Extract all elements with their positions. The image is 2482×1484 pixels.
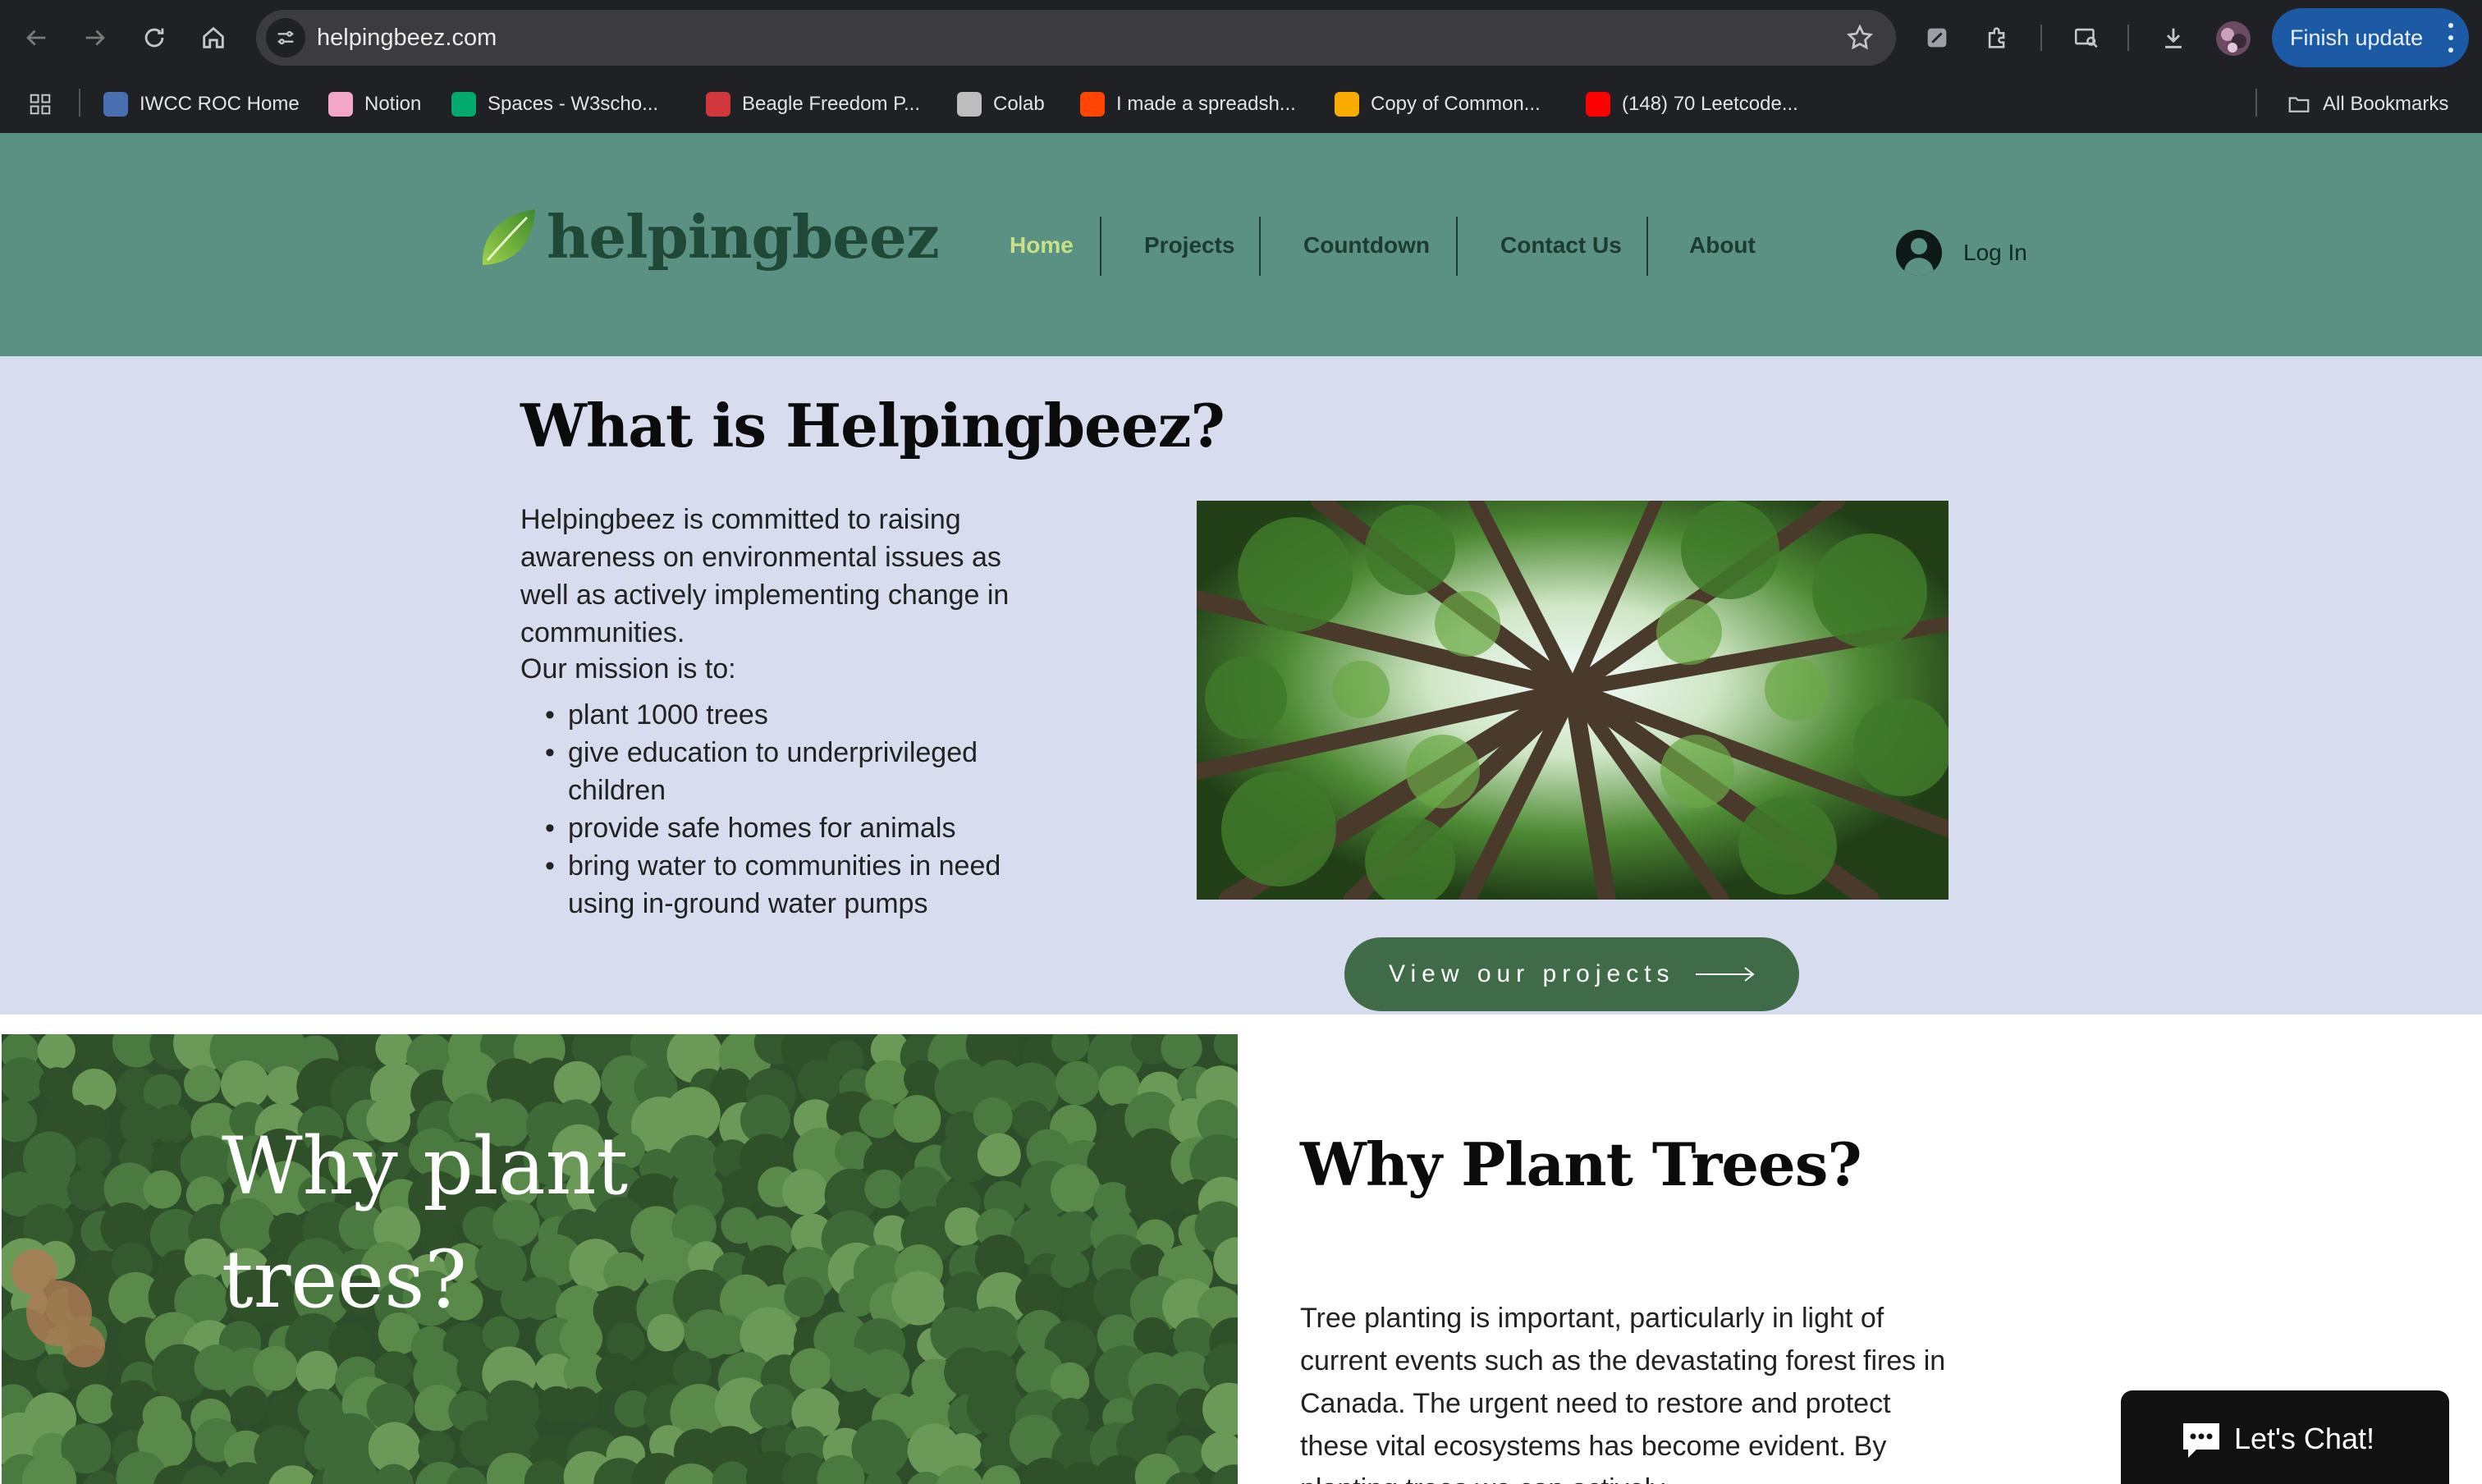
mission-list: plant 1000 trees give education to under… [545,696,1054,923]
iwcc-icon [103,92,128,117]
chat-label: Let's Chat! [2234,1422,2374,1455]
nav-projects[interactable]: Projects [1144,215,1235,276]
why-plant-trees-section: Why plant trees? Why Plant Trees? Tree p… [0,1015,2482,1484]
list-item: give education to underprivileged childr… [545,734,1054,809]
bookmark-item[interactable]: Beagle Freedom P... [706,90,920,118]
all-bookmarks-button[interactable]: All Bookmarks [2287,90,2448,118]
forward-button[interactable] [76,18,115,57]
bookmark-label: Colab [993,93,1045,115]
login-button[interactable]: Log In [1896,230,2027,276]
tune-icon [277,30,294,45]
bookmark-label: Copy of Common... [1371,93,1541,115]
toolbar-divider [2127,25,2129,51]
arrow-right-icon [85,30,105,46]
bookmarks-divider [79,89,80,117]
site-header: helpingbeez Home Projects Countdown Cont… [0,133,2482,356]
bookmark-item[interactable]: Notion [328,90,421,118]
nav-divider [1456,217,1458,276]
url-text[interactable]: helpingbeez.com [317,25,497,52]
view-projects-button[interactable]: View our projects [1344,937,1799,1011]
extensions-menu-button[interactable] [1978,18,2017,57]
bookmark-label: Spaces - W3scho... [488,93,659,115]
login-label: Log In [1963,240,2027,265]
bookmark-item[interactable]: (148) 70 Leetcode... [1586,90,1798,118]
bookmark-item[interactable]: IWCC ROC Home [103,90,300,118]
nav-divider [1646,217,1648,276]
logo-text: helpingbeez [547,202,940,272]
nav-about[interactable]: About [1689,215,1756,276]
home-icon [203,26,224,48]
forest-canopy-image [1197,501,1949,900]
bookmark-item[interactable]: Copy of Common... [1335,90,1541,118]
w3schools-icon [451,92,476,117]
leaf-logo-icon [482,208,535,265]
download-icon [2165,28,2182,48]
extension-button[interactable] [1917,18,1957,57]
nav-divider [1100,217,1101,276]
bookmark-label: Beagle Freedom P... [742,93,921,115]
reload-button[interactable] [135,18,174,57]
back-button[interactable] [16,18,56,57]
screen-search-icon [2074,28,2098,48]
profile-picture-icon [2221,28,2246,53]
colab-icon [1335,92,1359,117]
apps-grid-icon [30,94,51,115]
reddit-icon [1080,92,1105,117]
heart-icon [328,92,353,117]
folder-icon [2288,97,2310,112]
long-arrow-right-icon [1696,967,1755,982]
paw-icon [706,92,730,117]
arrow-left-icon [26,30,46,46]
downloads-button[interactable] [2154,18,2193,57]
nav-divider [1259,217,1261,276]
puzzle-icon [1988,27,2005,48]
bookmarks-divider [2255,89,2257,117]
finish-update-button[interactable]: Finish update [2272,8,2469,67]
bookmark-label: IWCC ROC Home [140,93,300,115]
finish-update-label: Finish update [2290,25,2424,50]
why-paragraph: Tree planting is important, particularly… [1300,1303,1946,1484]
bookmark-item[interactable]: I made a spreadsh... [1080,90,1296,118]
bookmark-label: (148) 70 Leetcode... [1622,93,1798,115]
home-button[interactable] [194,18,233,57]
list-item: plant 1000 trees [545,696,1054,734]
bookmark-star-icon[interactable] [1845,23,1875,53]
nav-contact-us[interactable]: Contact Us [1500,215,1622,276]
what-is-paragraph: Helpingbeez is committed to raising awar… [520,504,1010,648]
all-bookmarks-label: All Bookmarks [2323,93,2449,115]
toolbar-divider [2040,25,2042,51]
nav-countdown[interactable]: Countdown [1303,215,1430,276]
colab-icon [957,92,982,117]
mission-intro: Our mission is to: [520,653,736,685]
why-image-title: Why plant trees? [222,1120,629,1326]
what-is-section: What is Helpingbeez? Helpingbeez is comm… [0,356,2482,1015]
view-projects-label: View our projects [1389,960,1675,987]
list-item: provide safe homes for animals [545,809,1054,847]
apps-button[interactable] [28,90,53,118]
bookmark-label: I made a spreadsh... [1116,93,1296,115]
what-is-title: What is Helpingbeez? [520,391,1225,460]
site-settings-button[interactable] [266,18,305,57]
chat-widget-button[interactable]: Let's Chat! [2121,1390,2449,1484]
user-avatar-icon [1896,230,1942,276]
tab-search-button[interactable] [2067,18,2106,57]
bookmark-item[interactable]: Spaces - W3scho... [451,90,658,118]
more-vert-icon [2448,23,2454,53]
profile-avatar[interactable] [2216,21,2251,56]
nav-home[interactable]: Home [1010,215,1074,276]
address-bar[interactable]: helpingbeez.com [256,10,1896,66]
site-logo[interactable]: helpingbeez [476,202,940,272]
list-item: bring water to communities in need using… [545,847,1054,923]
bookmark-label: Notion [364,93,422,115]
chat-bubble-icon [2183,1423,2219,1458]
browser-toolbar: helpingbeez.com Finish update [0,0,2482,76]
forest-aerial-image: Why plant trees? [2,1034,1238,1484]
why-title: Why Plant Trees? [1300,1129,1862,1199]
reload-icon [144,28,164,48]
browser-chrome: helpingbeez.com Finish update IWCC ROC H… [0,0,2482,133]
youtube-icon [1586,92,1610,117]
forest-canopy-illustration [1197,501,1949,900]
extension-app-icon [1927,28,1947,48]
bookmark-item[interactable]: Colab [957,90,1045,118]
